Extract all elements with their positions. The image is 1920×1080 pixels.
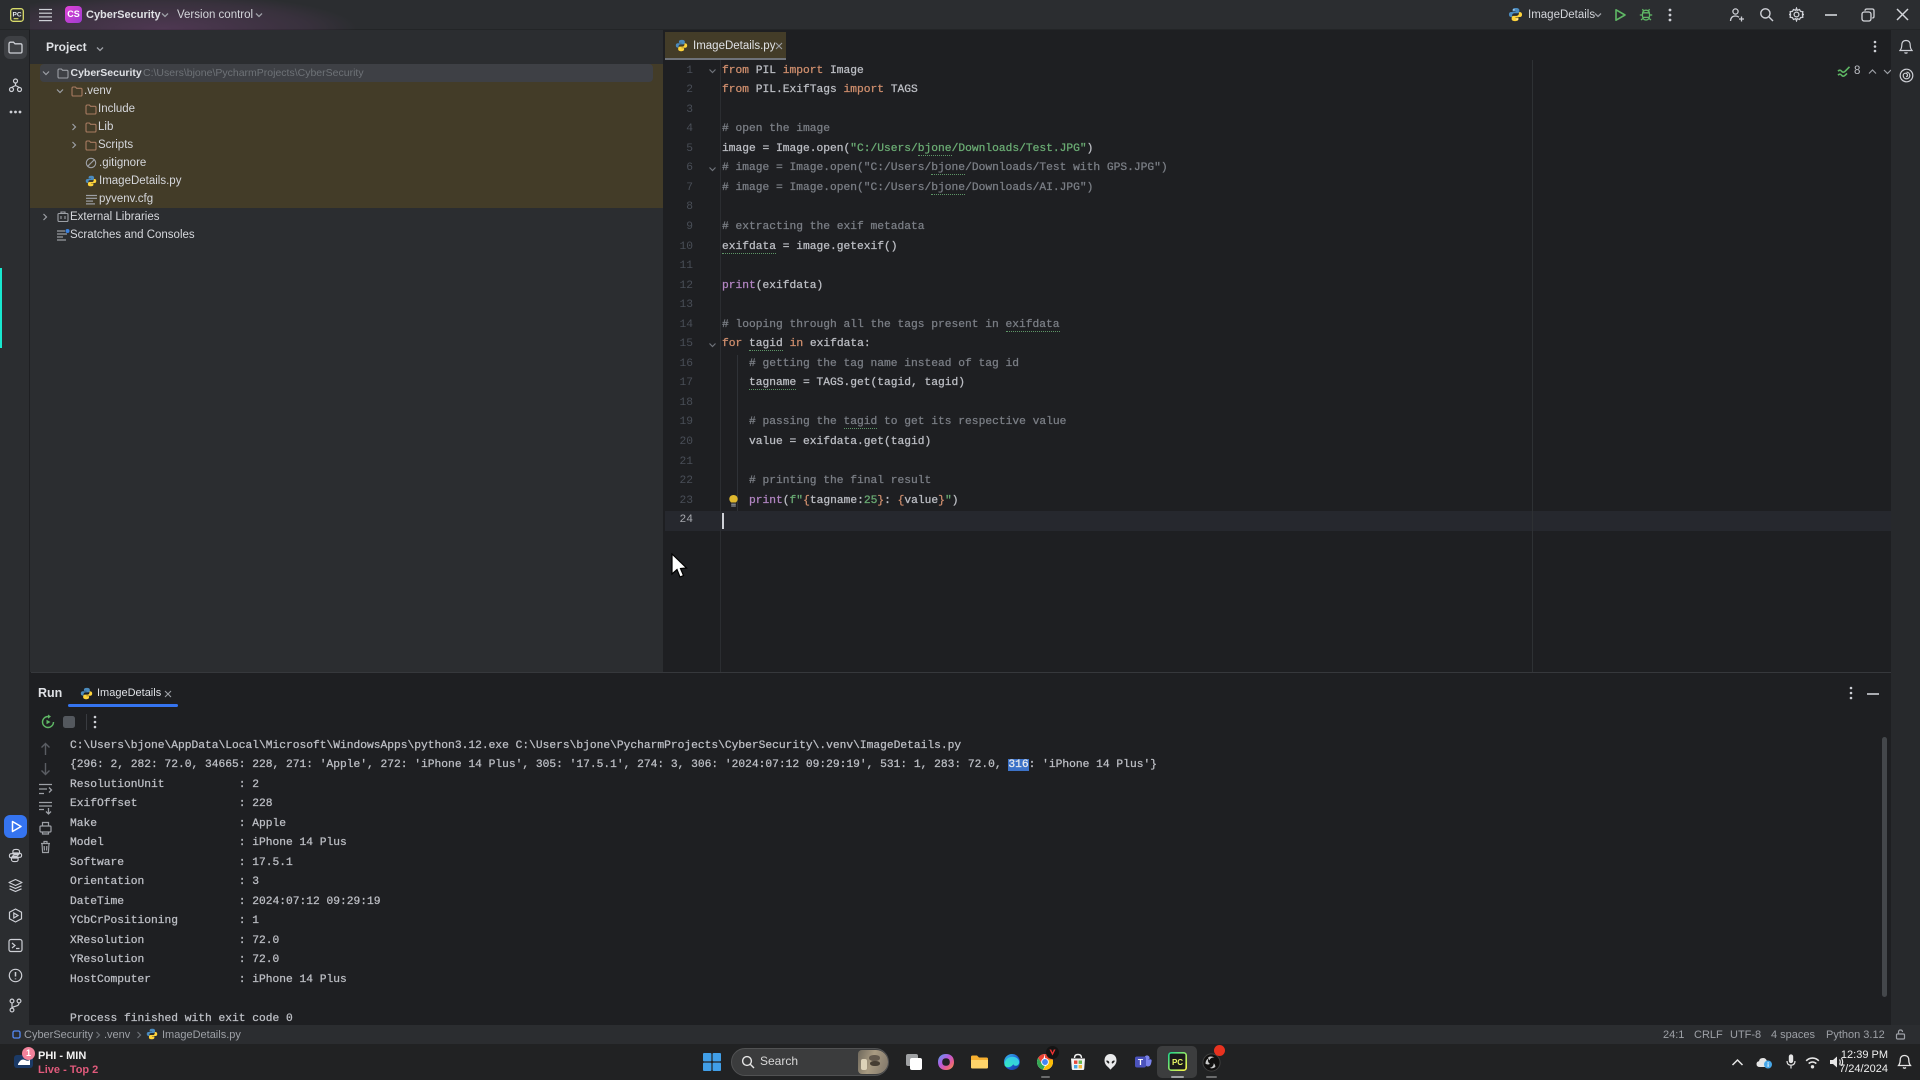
svg-text:T: T xyxy=(1138,1057,1144,1067)
svg-text:PC: PC xyxy=(1172,1058,1183,1067)
svg-text:PC: PC xyxy=(12,12,21,19)
